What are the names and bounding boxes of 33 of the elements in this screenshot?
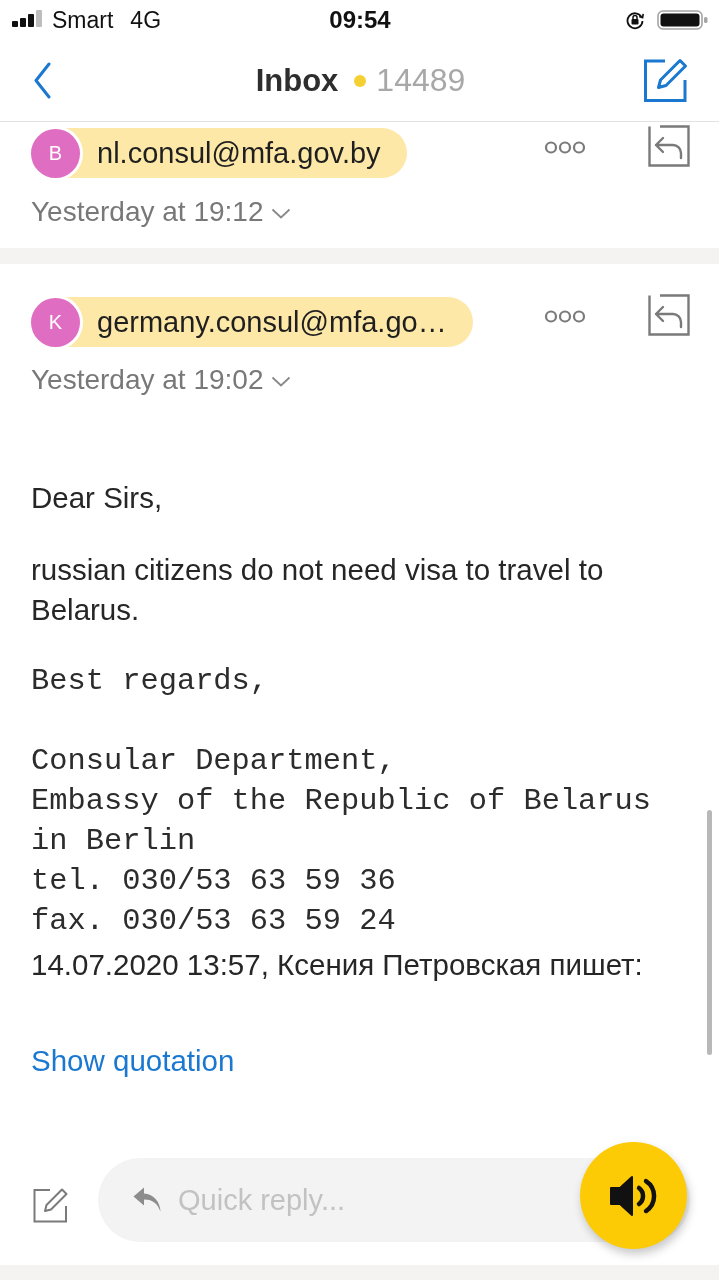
chevron-down-icon[interactable] bbox=[271, 376, 292, 387]
reply-icon[interactable] bbox=[648, 125, 690, 167]
network-type: 4G bbox=[130, 6, 162, 34]
battery-icon bbox=[657, 10, 708, 30]
compose-icon[interactable] bbox=[33, 1188, 68, 1223]
more-icon[interactable] bbox=[544, 140, 586, 155]
body-paragraph: Dear Sirs, bbox=[31, 480, 163, 516]
status-time: 09:54 bbox=[329, 6, 391, 34]
body-paragraph: 14.07.2020 13:57, Ксения Петровская пишет: bbox=[31, 947, 643, 983]
signature-text: Consular Department, Embassy of the Republic of Belarus in Berlin tel. 030/53 63 59 36 fax. 030/53 63 59 24 bbox=[31, 743, 652, 940]
reply-arrow-icon bbox=[133, 1186, 161, 1212]
sender-chip[interactable]: K germany.consul@mfa.go… bbox=[31, 297, 473, 347]
speaker-icon bbox=[608, 1173, 659, 1218]
message-date: Yesterday at 19:02 bbox=[31, 364, 264, 396]
signal-icon bbox=[12, 10, 44, 27]
avatar: B bbox=[31, 128, 80, 178]
reply-icon[interactable] bbox=[648, 294, 690, 336]
back-icon[interactable] bbox=[33, 62, 51, 99]
unread-count: 14489 bbox=[376, 62, 466, 99]
more-icon[interactable] bbox=[544, 309, 586, 324]
unread-dot-icon bbox=[354, 74, 367, 87]
show-quotation-link[interactable]: Show quotation bbox=[31, 1041, 235, 1081]
inbox-title: Inbox bbox=[255, 62, 339, 99]
signature-text: Best regards, bbox=[31, 663, 269, 700]
speaker-button[interactable] bbox=[580, 1142, 687, 1249]
body-paragraph: russian citizens do not need visa to travel to Belarus. bbox=[31, 552, 605, 628]
sender-chip[interactable]: B nl.consul@mfa.gov.by bbox=[31, 128, 407, 178]
orientation-lock-icon bbox=[625, 10, 645, 30]
avatar: K bbox=[31, 297, 80, 347]
carrier-name: Smart bbox=[52, 6, 114, 34]
compose-icon[interactable] bbox=[643, 58, 688, 103]
chevron-down-icon[interactable] bbox=[271, 208, 292, 219]
message-date: Yesterday at 19:12 bbox=[31, 196, 264, 228]
